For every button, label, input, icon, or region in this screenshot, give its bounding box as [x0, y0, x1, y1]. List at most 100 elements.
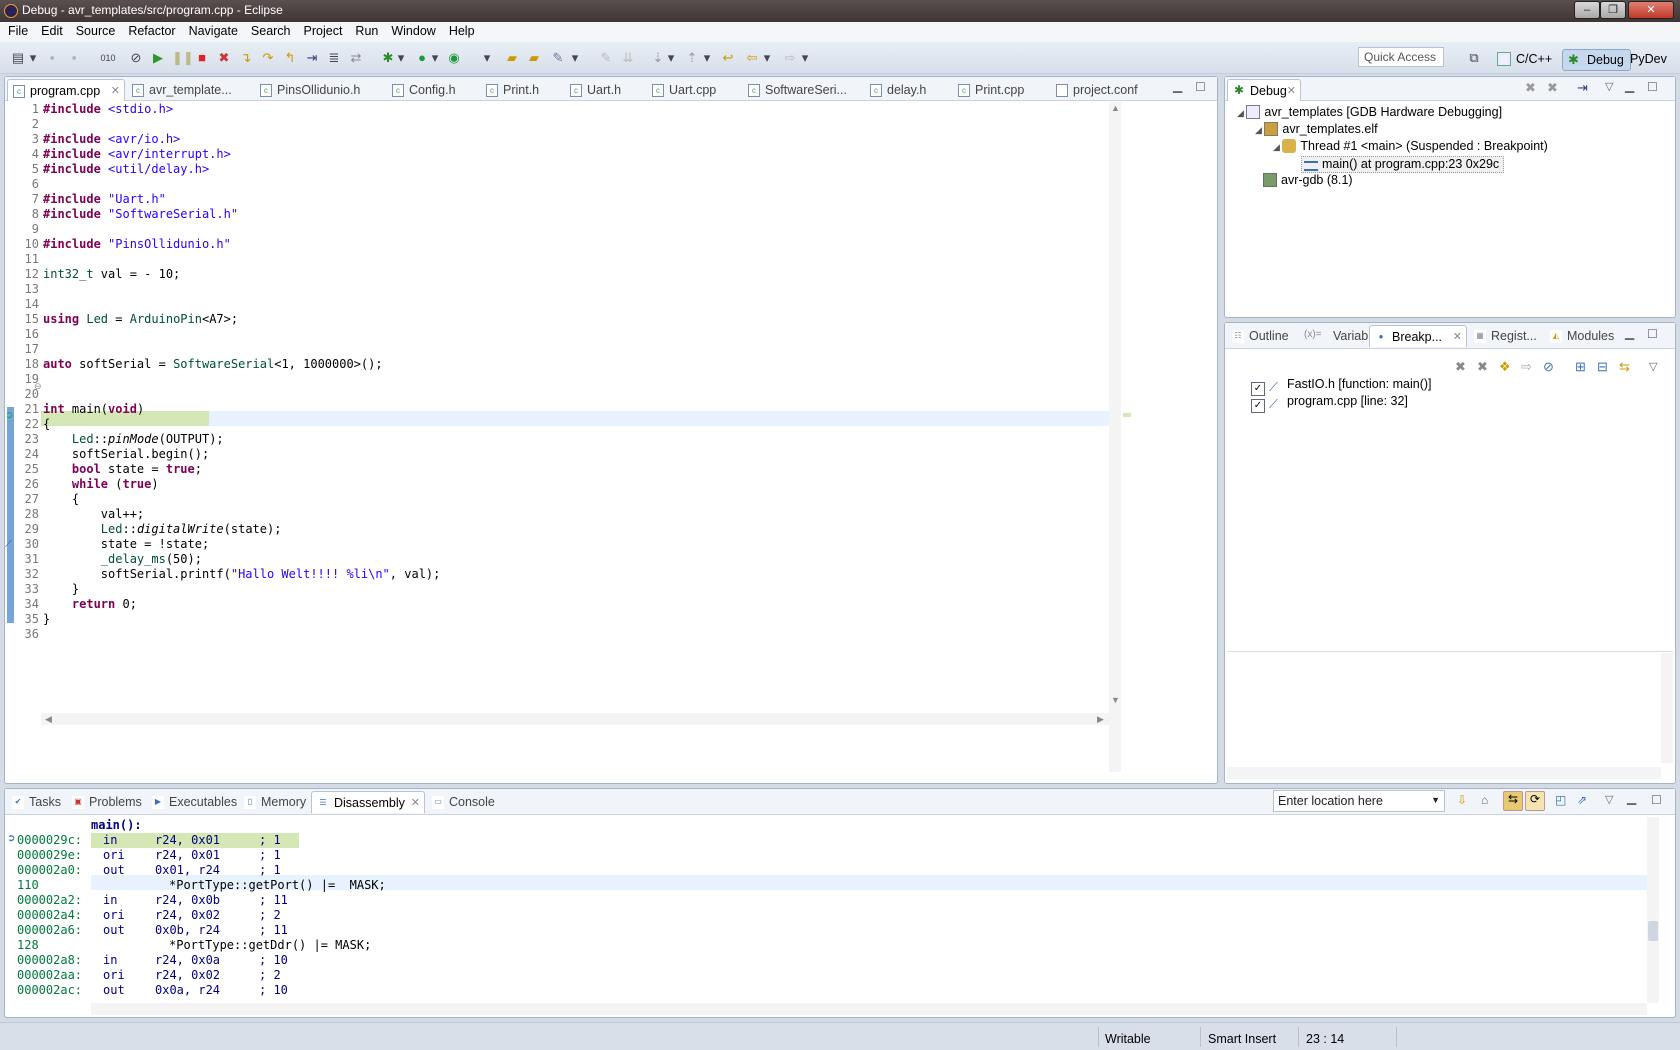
tab-breakpoints[interactable]: ● Breakp... ✕: [1369, 325, 1467, 347]
forward-dropdown-icon[interactable]: ▾: [800, 50, 810, 66]
run-icon[interactable]: ●: [414, 50, 430, 66]
link-with-editor-icon[interactable]: ⇆: [1503, 791, 1523, 811]
minimize-view-icon[interactable]: ▁: [1627, 791, 1636, 805]
chevron-down-icon[interactable]: ▼: [1431, 795, 1440, 805]
location-input[interactable]: Enter location here ▼: [1273, 790, 1445, 812]
tab-program-cpp[interactable]: c program.cpp ✕: [7, 79, 125, 101]
maximize-view-icon[interactable]: ☐: [1647, 327, 1658, 341]
tab-console[interactable]: ▭ Console: [427, 791, 499, 813]
open-folder-icon[interactable]: ▰: [504, 50, 520, 66]
terminate-icon[interactable]: ■: [194, 50, 210, 66]
status-insert-mode[interactable]: Smart Insert: [1208, 1032, 1276, 1046]
open-type-icon[interactable]: ▰: [526, 50, 542, 66]
tab-project-conf[interactable]: project.conf: [1051, 79, 1142, 101]
prev-annotation-dropdown-icon[interactable]: ▾: [702, 50, 712, 66]
scroll-up-icon[interactable]: ▲: [1111, 103, 1120, 113]
edit-icon[interactable]: ✎: [598, 50, 614, 66]
code-text[interactable]: #include <stdio.h> #include <avr/io.h> #…: [43, 102, 440, 627]
sync-source-icon[interactable]: ⟳: [1525, 791, 1545, 811]
suspend-icon[interactable]: ❚❚: [172, 50, 194, 66]
tree-elf[interactable]: ◢ avr_templates.elf: [1255, 122, 1378, 139]
menu-search[interactable]: Search: [243, 22, 296, 38]
expand-icon[interactable]: ◢: [1255, 125, 1264, 135]
scroll-left-icon[interactable]: ◀: [45, 714, 52, 725]
step-over-icon[interactable]: ↷: [260, 50, 276, 66]
go-to-file-icon[interactable]: ⇨: [1521, 359, 1532, 375]
view-menu-icon[interactable]: ▽: [1605, 793, 1613, 806]
next-annotation-icon[interactable]: ⇣: [650, 50, 666, 66]
tree-stack-frame[interactable]: main() at program.cpp:23 0x29c: [1301, 156, 1505, 173]
new-dropdown-icon[interactable]: ▾: [28, 50, 38, 66]
expand-icon[interactable]: ◢: [1237, 108, 1246, 118]
tab-problems[interactable]: ▣ Problems: [67, 791, 146, 813]
step-into-icon[interactable]: ↴: [238, 50, 254, 66]
tab-delay-h[interactable]: c delay.h: [865, 79, 930, 101]
maximize-view-icon[interactable]: ☐: [1195, 80, 1206, 94]
forward-icon[interactable]: ⇨: [782, 50, 798, 66]
step-filter-icon[interactable]: ⇥: [1577, 80, 1588, 96]
remove-terminated-icon[interactable]: ✖: [1525, 80, 1536, 96]
close-tab-icon[interactable]: ✕: [111, 84, 120, 97]
checkbox-checked-icon[interactable]: ✓: [1251, 399, 1265, 413]
tab-print-h[interactable]: c Print.h: [481, 79, 543, 101]
skip-all-breakpoints-icon[interactable]: ⊘: [1543, 359, 1554, 375]
menu-help[interactable]: Help: [441, 22, 480, 38]
tab-disassembly[interactable]: ☰ Disassembly ✕: [311, 791, 425, 813]
minimize-view-icon[interactable]: ▁: [1173, 79, 1182, 93]
tab-tasks[interactable]: ✔ Tasks: [7, 791, 65, 813]
instruction-step-icon[interactable]: ≣: [326, 50, 342, 66]
minimize-view-icon[interactable]: ▁: [1625, 79, 1634, 93]
breakpoint-item[interactable]: ✓ ⟋ program.cpp [line: 32]: [1251, 394, 1408, 413]
skip-breakpoints-icon[interactable]: ⊘: [128, 50, 144, 66]
disassembly-toggle-icon[interactable]: 010: [100, 50, 116, 66]
ext-dropdown-icon[interactable]: ▾: [482, 50, 492, 66]
disassembly-horizontal-scrollbar[interactable]: [91, 1003, 1647, 1015]
editor-vertical-scrollbar[interactable]: [1109, 102, 1121, 772]
tree-launch[interactable]: ◢ avr_templates [GDB Hardware Debugging]: [1237, 105, 1502, 122]
minimize-view-icon[interactable]: ▁: [1625, 326, 1634, 340]
tab-outline[interactable]: ☷ Outline: [1227, 325, 1293, 347]
tab-memory[interactable]: ▯ Memory: [239, 791, 310, 813]
disassembly-vertical-scrollbar[interactable]: [1647, 817, 1659, 1003]
menu-navigate[interactable]: Navigate: [181, 22, 243, 38]
close-tab-icon[interactable]: ✕: [1287, 84, 1296, 97]
scroll-down-icon[interactable]: ▼: [1111, 695, 1120, 705]
annotation-icon[interactable]: ⇊: [620, 50, 636, 66]
drop-to-frame-icon[interactable]: ⇥: [304, 50, 320, 66]
view-menu-icon[interactable]: ▽: [1605, 80, 1613, 93]
minimize-button[interactable]: –: [1574, 1, 1600, 19]
next-annotation-dropdown-icon[interactable]: ▾: [666, 50, 676, 66]
prev-annotation-icon[interactable]: ⇡: [684, 50, 700, 66]
reverse-icon[interactable]: ⇄: [348, 50, 364, 66]
tab-softwareserial[interactable]: c SoftwareSeri...: [743, 79, 851, 101]
scroll-right-icon[interactable]: ▶: [1097, 714, 1104, 725]
close-button[interactable]: ✕: [1628, 1, 1674, 19]
maximize-button[interactable]: ❐: [1600, 1, 1626, 19]
menu-source[interactable]: Source: [68, 22, 121, 38]
editor-horizontal-scrollbar[interactable]: [41, 713, 1109, 725]
debug-dropdown-icon[interactable]: ▾: [396, 50, 406, 66]
external-tools-icon[interactable]: ◉: [446, 50, 462, 66]
quick-access-input[interactable]: Quick Access: [1358, 47, 1444, 67]
close-tab-icon[interactable]: ✕: [411, 796, 420, 809]
tab-registers[interactable]: ▦ Regist...: [1469, 325, 1541, 347]
breakpoint-item[interactable]: ✓ ⟋ FastIO.h [function: main()]: [1251, 377, 1432, 396]
tree-thread[interactable]: ◢ Thread #1 <main> (Suspended : Breakpoi…: [1273, 139, 1548, 156]
breakpoints-horizontal-scrollbar[interactable]: [1227, 767, 1661, 779]
tab-avr-templates[interactable]: c avr_template...: [127, 79, 236, 101]
fold-icon[interactable]: ⊖: [34, 381, 42, 392]
show-supported-icon[interactable]: ❖: [1499, 359, 1511, 375]
new-view-icon[interactable]: ◰: [1555, 793, 1566, 807]
open-perspective-icon[interactable]: ⧉: [1466, 50, 1482, 66]
new-icon[interactable]: ▤: [10, 50, 26, 66]
perspective-pydev[interactable]: PyDev: [1622, 49, 1673, 71]
back-icon[interactable]: ⇦: [744, 50, 760, 66]
tab-pinsollidunio-h[interactable]: c PinsOllidunio.h: [255, 79, 364, 101]
menu-project[interactable]: Project: [296, 22, 348, 38]
menu-edit[interactable]: Edit: [33, 22, 68, 38]
save-icon[interactable]: ▪: [44, 50, 60, 66]
link-with-debug-icon[interactable]: ⇆: [1619, 359, 1630, 375]
menu-window[interactable]: Window: [383, 22, 440, 38]
remove-breakpoint-icon[interactable]: ✖: [1455, 359, 1466, 375]
perspective-cpp[interactable]: C/C++: [1492, 49, 1558, 71]
